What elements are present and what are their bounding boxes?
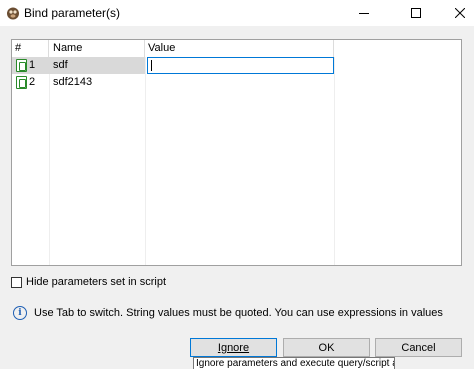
close-button[interactable] [438, 0, 474, 26]
column-header-number[interactable]: # [12, 40, 49, 57]
maximize-icon [411, 8, 421, 18]
column-header-value[interactable]: Value [145, 40, 334, 57]
parameter-name: sdf2143 [53, 76, 93, 88]
table-row[interactable]: 1 sdf [12, 57, 461, 74]
info-icon: i [13, 306, 27, 320]
window-title: Bind parameter(s) [24, 6, 121, 20]
dialog-body: # Name Value 1 sdf 2 sdf2143 Hide parame… [0, 26, 474, 369]
parameter-value-input[interactable] [147, 57, 334, 74]
parameter-icon [16, 76, 27, 89]
minimize-button[interactable] [342, 0, 386, 26]
cancel-button[interactable]: Cancel [375, 338, 462, 357]
title-bar: Bind parameter(s) [0, 0, 474, 26]
ok-button[interactable]: OK [283, 338, 370, 357]
ignore-tooltip: Ignore parameters and execute query/scri… [193, 357, 395, 369]
app-logo-icon [7, 7, 19, 20]
maximize-button[interactable] [394, 0, 438, 26]
ignore-button-label: Ignore [217, 341, 250, 354]
table-row[interactable]: 2 sdf2143 [12, 74, 461, 91]
ignore-button[interactable]: Ignore [190, 338, 277, 357]
parameters-table: # Name Value 1 sdf 2 sdf2143 [11, 39, 462, 266]
parameter-name: sdf [49, 57, 145, 74]
info-message: i Use Tab to switch. String values must … [13, 305, 443, 321]
text-caret [151, 60, 152, 71]
hide-parameters-label: Hide parameters set in script [26, 276, 166, 288]
minimize-icon [359, 13, 369, 14]
column-header-name[interactable]: Name [49, 40, 145, 57]
hide-parameters-option[interactable]: Hide parameters set in script [11, 275, 166, 289]
hide-parameters-checkbox[interactable] [11, 276, 22, 288]
close-icon [455, 8, 465, 18]
parameter-icon [16, 59, 27, 72]
info-text: Use Tab to switch. String values must be… [34, 307, 443, 319]
